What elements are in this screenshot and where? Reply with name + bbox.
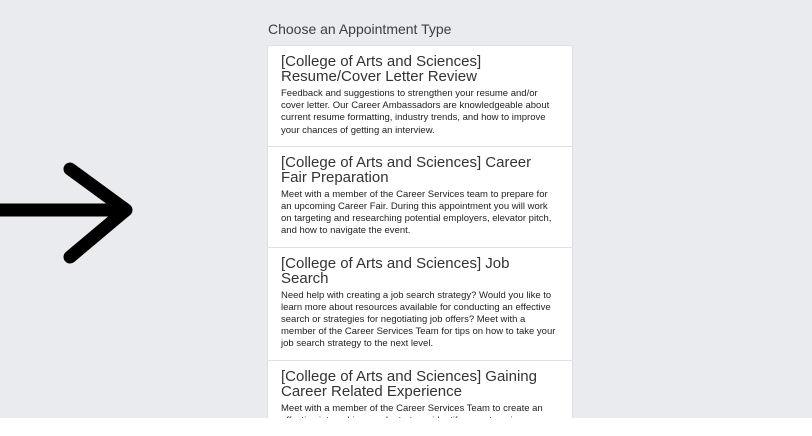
appointment-option-career-fair[interactable]: [College of Arts and Sciences] Career Fa… xyxy=(267,146,573,248)
bottom-strip xyxy=(0,418,812,436)
appointment-option-resume-review[interactable]: [College of Arts and Sciences] Resume/Co… xyxy=(267,45,573,147)
appointment-type-list: [College of Arts and Sciences] Resume/Co… xyxy=(267,45,573,418)
appointment-title: [College of Arts and Sciences] Career Fa… xyxy=(281,153,532,186)
appointment-description: Need help with creating a job search str… xyxy=(281,289,556,350)
appointment-page: Choose an Appointment Type [College of A… xyxy=(0,0,812,418)
appointment-title: [College of Arts and Sciences] Resume/Co… xyxy=(281,53,482,85)
appointment-option-career-experience[interactable]: [College of Arts and Sciences] Gaining C… xyxy=(267,360,573,418)
page-title: Choose an Appointment Type xyxy=(268,21,452,37)
appointment-title: [College of Arts and Sciences] Job Searc… xyxy=(281,254,510,287)
appointment-description: Meet with a member of the Career Service… xyxy=(281,402,543,418)
appointment-option-job-search[interactable]: [College of Arts and Sciences] Job Searc… xyxy=(267,247,573,361)
appointment-description: Feedback and suggestions to strengthen y… xyxy=(281,88,550,136)
appointment-title: [College of Arts and Sciences] Gaining C… xyxy=(281,367,537,400)
arrow-right-icon xyxy=(0,162,133,264)
appointment-description: Meet with a member of the Career Service… xyxy=(281,188,552,237)
